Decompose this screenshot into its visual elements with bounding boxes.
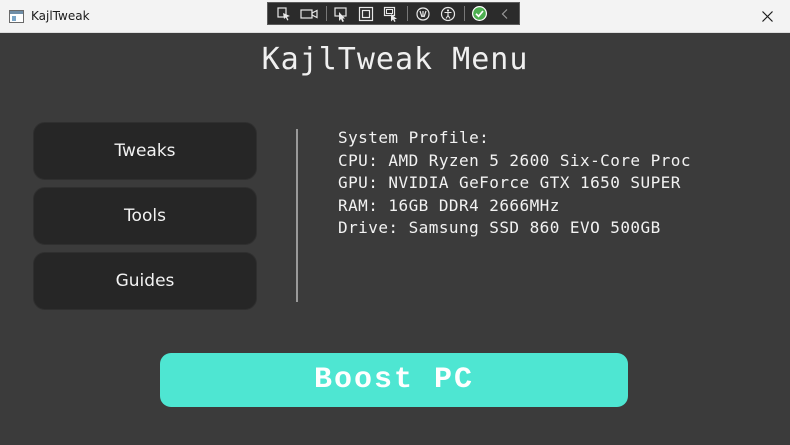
accessibility-icon (440, 6, 455, 21)
app-window-icon (9, 10, 24, 23)
profile-heading: System Profile: (338, 128, 490, 147)
toolbar-separator (464, 6, 466, 21)
binding-failures-icon (416, 6, 430, 21)
video-icon (300, 8, 318, 19)
window-title: KajlTweak (31, 9, 90, 23)
close-button[interactable] (746, 0, 790, 33)
page-title: KajlTweak Menu (261, 42, 529, 77)
profile-gpu: GPU: NVIDIA GeForce GTX 1650 SUPER (338, 173, 681, 192)
layout-adorner-button[interactable] (356, 3, 377, 24)
boost-pc-label: Boost PC (313, 363, 475, 397)
track-focus-button[interactable] (381, 3, 402, 24)
vertical-divider (296, 129, 298, 302)
collapse-chevron-icon (501, 8, 507, 19)
binding-failures-button[interactable] (412, 3, 433, 24)
close-icon (762, 11, 773, 22)
profile-ram: RAM: 16GB DDR4 2666MHz (338, 195, 560, 215)
collapse-toolbar-button[interactable] (494, 3, 515, 24)
tools-button[interactable]: Tools (33, 187, 257, 245)
profile-drive: Drive: Samsung SSD 860 EVO 500GB (338, 218, 661, 237)
guides-button[interactable]: Guides (33, 252, 257, 310)
accessibility-button[interactable] (437, 3, 458, 24)
debug-toolbar (267, 2, 520, 25)
pointer-select-icon (334, 6, 347, 22)
record-button[interactable] (299, 3, 320, 24)
tweaks-button[interactable]: Tweaks (33, 122, 257, 180)
status-check-button[interactable] (469, 3, 490, 24)
toolbar-separator (325, 6, 327, 21)
boost-pc-button[interactable]: Boost PC (160, 353, 628, 407)
select-element-button[interactable] (274, 3, 295, 24)
track-focus-icon (383, 6, 398, 22)
profile-cpu: CPU: AMD Ryzen 5 2600 Six-Core Proc (338, 150, 691, 170)
checkmark-icon (472, 6, 488, 21)
app-window: KajlTweak KajlTweak Menu Tweaks Tools Gu… (0, 0, 790, 445)
pointer-select-button[interactable] (331, 3, 352, 24)
system-profile: System Profile: CPU: AMD Ryzen 5 2600 Si… (338, 127, 751, 242)
select-element-icon (277, 6, 291, 20)
toolbar-separator (407, 6, 409, 21)
layout-adorner-icon (359, 6, 374, 21)
